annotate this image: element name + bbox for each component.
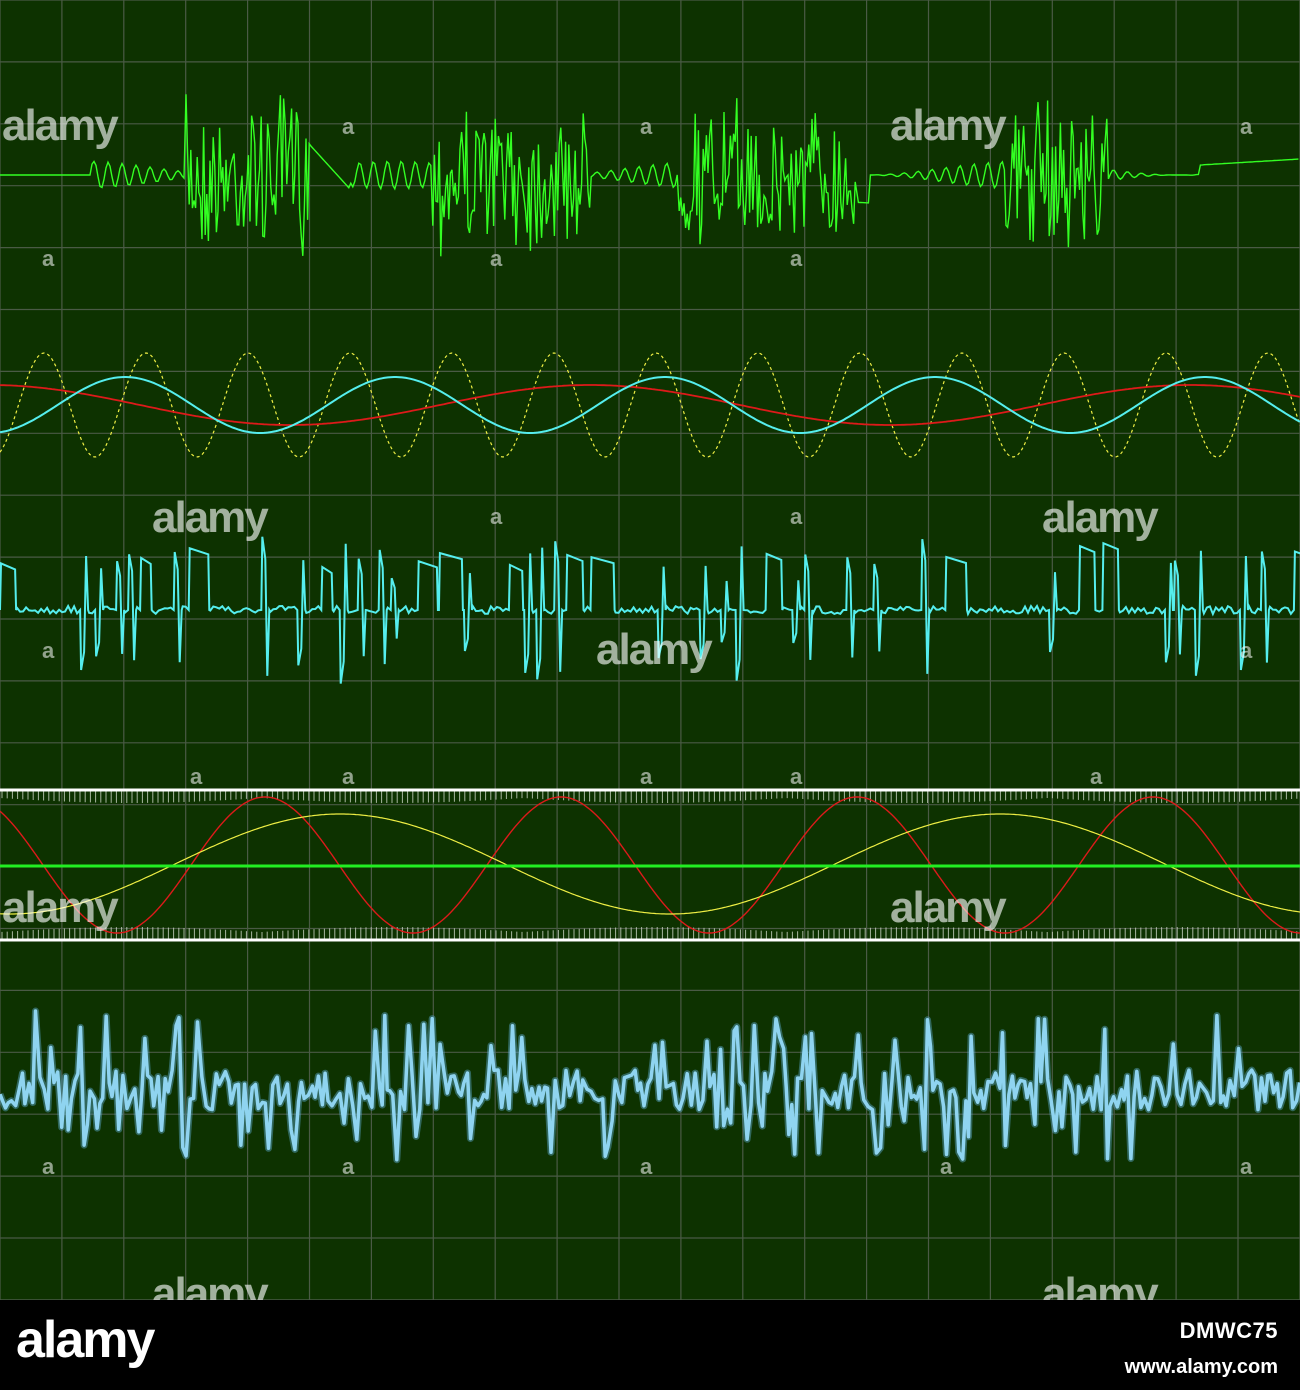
watermark: a <box>342 114 355 139</box>
watermark: alamy <box>1042 493 1159 542</box>
watermark: a <box>790 764 803 789</box>
watermark: alamy <box>890 101 1007 150</box>
alamy-logo: alamy <box>16 1311 155 1369</box>
watermark: a <box>790 246 803 271</box>
watermark: a <box>1240 638 1253 663</box>
watermark: a <box>1090 764 1103 789</box>
watermark: a <box>342 1154 355 1179</box>
watermark: a <box>490 504 503 529</box>
watermark: alamy <box>2 883 119 932</box>
yellow-dotted-sine <box>0 352 1300 458</box>
cyan-sine <box>0 376 1300 434</box>
watermark: alamy <box>152 1269 269 1301</box>
watermark: a <box>940 1154 953 1179</box>
watermark: alamy <box>1042 1269 1159 1301</box>
watermark: alamy <box>596 625 713 674</box>
watermark: alamy <box>890 883 1007 932</box>
watermark: a <box>640 764 653 789</box>
watermark: alamy <box>2 101 119 150</box>
watermark: a <box>42 1154 55 1179</box>
image-info: DMWC75 www.alamy.com <box>1125 1318 1278 1379</box>
oscilloscope-display: alamy alamy alamy alamy alamy alamy alam… <box>0 0 1300 1300</box>
red-sine <box>0 384 1300 426</box>
footer-bar: alamy DMWC75 www.alamy.com <box>0 1300 1300 1390</box>
watermark: a <box>42 246 55 271</box>
watermark: a <box>640 114 653 139</box>
watermark: a <box>1240 114 1253 139</box>
watermark: alamy <box>152 493 269 542</box>
watermark: a <box>490 246 503 271</box>
watermark: a <box>190 764 203 789</box>
watermark: a <box>42 638 55 663</box>
watermark: a <box>640 1154 653 1179</box>
image-id: DMWC75 <box>1179 1318 1278 1343</box>
watermark: a <box>1240 1154 1253 1179</box>
watermark: a <box>342 764 355 789</box>
framed-panel <box>0 788 1300 942</box>
watermark: a <box>790 504 803 529</box>
site-url: www.alamy.com <box>1124 1356 1278 1378</box>
